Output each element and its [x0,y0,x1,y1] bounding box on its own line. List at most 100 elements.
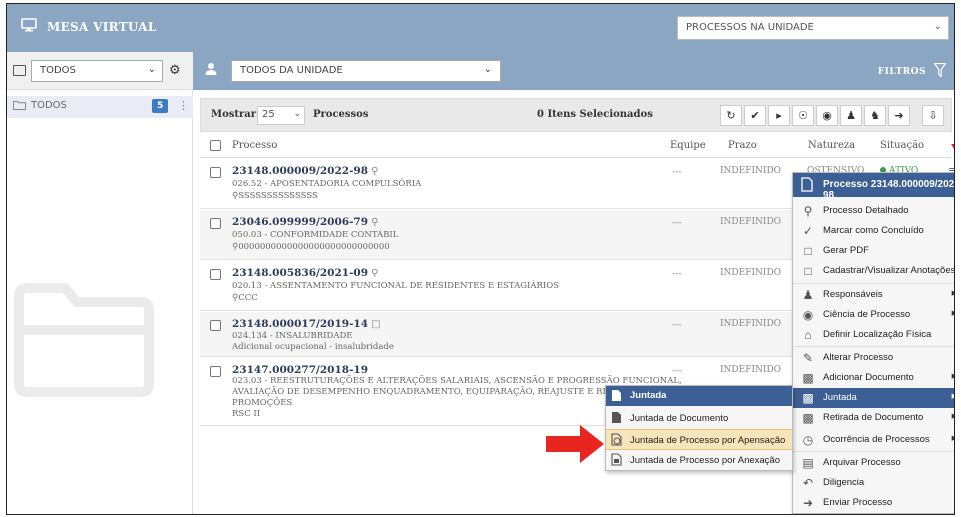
equipe-value: --- [672,167,682,177]
process-number-link[interactable]: 23046.099999/2006-79 ⚲ [232,216,378,228]
menu-item-processo-detalhado[interactable]: ⚲ Processo Detalhado [793,201,954,221]
process-number-link[interactable]: 23148.000017/2019-14 □ [232,318,381,330]
filter-icon [933,62,947,80]
context-menu-header: Processo 23148.000009/2022-98 [793,173,954,201]
sidebar-item-label: TODOS [31,100,67,111]
column-prazo[interactable]: Prazo [728,140,757,151]
column-equipe[interactable]: Equipe [670,140,706,151]
process-number: 23148.000009/2022-98 [232,165,369,177]
caret-right-icon: ▶ [952,289,954,297]
monitor-outline-icon [13,65,26,76]
menu-item-label: Retirada de Documento [823,412,924,423]
row-checkbox[interactable] [210,167,221,178]
row-checkbox[interactable] [210,366,221,377]
process-number: 23148.005836/2021-09 [232,267,369,279]
count-badge: 5 [152,99,169,113]
juntada-submenu: Juntada Juntada de Documento Juntada de … [605,385,793,471]
folder-icon [13,100,26,113]
app-title: MESA VIRTUAL [47,19,157,34]
menu-item-anotacoes[interactable]: □ Cadastrar/Visualizar Anotações [793,261,954,281]
column-natureza[interactable]: Natureza [808,140,855,151]
submenu-item-juntada-documento[interactable]: Juntada de Documento [606,408,792,429]
red-arrow-down-icon [951,124,954,163]
menu-item-enviar[interactable]: ➜ Enviar Processo [793,493,954,513]
filters-label: FILTROS [877,66,926,77]
check-icon[interactable]: ✔ [744,105,766,126]
send-icon[interactable]: ➜ [888,105,910,126]
left-panel: TODOS 5 ⋮ [7,90,193,514]
menu-item-marcar-concluido[interactable]: ✓ Marcar como Concluído [793,221,954,241]
process-number: 23148.000017/2019-14 [232,318,369,330]
menu-item-label: Processo Detalhado [823,205,909,216]
export-icon[interactable]: ⇩ [922,105,944,126]
send-icon: ➜ [802,496,814,510]
select-all-checkbox[interactable] [210,140,221,151]
menu-item-diligencia[interactable]: ↶ Diligencia [793,473,954,493]
eye-check-icon[interactable]: ☉ [792,105,814,126]
menu-item-label: Juntada [823,392,857,403]
process-subject-cont: AVALIAÇÃO DE DESEMPENHO ENQUADRAMENTO, E… [232,387,644,397]
menu-item-ciencia[interactable]: ◉ Ciência de Processo ▶ [793,305,954,325]
menu-item-gerar-pdf[interactable]: □ Gerar PDF [793,241,954,261]
menu-item-localizacao[interactable]: ⌂ Definir Localização Física [793,325,954,345]
monitor-icon [21,18,37,35]
equipe-value: --- [672,269,682,279]
table-header: Processo Equipe Prazo Natureza Situação [200,134,952,158]
main-header: TODOS DA UNIDADE ⌄ FILTROS [193,52,954,90]
row-checkbox[interactable] [210,320,221,331]
row-checkbox[interactable] [210,269,221,280]
left-filter-select[interactable]: TODOS ⌄ [31,60,163,82]
eye-icon[interactable]: ◉ [816,105,838,126]
submenu-item-label: Juntada de Processo por Anexação [630,455,780,466]
prazo-value: INDEFINIDO [720,166,782,176]
menu-item-retirada[interactable]: ▩ Retirada de Documento ▶ [793,408,954,428]
users-icon[interactable]: ♞ [864,105,886,126]
document-icon: ▩ [802,391,814,405]
menu-item-label: Alterar Processo [823,352,894,363]
filters-button[interactable]: FILTROS [877,62,947,80]
user-add-icon[interactable]: ♟ [840,105,862,126]
prazo-value: INDEFINIDO [720,268,782,278]
equipe-value: --- [672,366,682,376]
process-number-link[interactable]: 23148.000009/2022-98 ⚲ [232,165,378,177]
process-note-text: 0000000000000000000000000000 [238,242,390,252]
context-menu-title: Processo 23148.000009/2022-98 [823,179,955,201]
process-number[interactable]: 23147.000277/2018-19 [232,364,368,376]
document-icon [611,389,622,405]
process-note-text: SSSSSSSSSSSSSS [238,191,318,201]
menu-item-label: Adicionar Documento [823,372,914,383]
menu-item-label: Responsáveis [823,289,883,300]
submenu-item-juntada-apensacao[interactable]: Juntada de Processo por Apensação [606,429,792,450]
menu-item-label: Enviar Processo [823,497,893,508]
chevron-down-icon: ⌄ [483,64,492,75]
empty-folder-icon [13,278,163,401]
column-situacao[interactable]: Situação [880,140,924,151]
menu-item-responsaveis[interactable]: ♟ Responsáveis ▶ [793,285,954,305]
gear-icon[interactable]: ⚙ [169,63,181,78]
per-page-select[interactable]: 25 ⌄ [257,106,305,125]
menu-item-alterar[interactable]: ✎ Alterar Processo [793,348,954,368]
caret-right-icon: ▶ [952,309,954,317]
menu-item-label: Arquivar Processo [823,457,901,468]
process-number-link[interactable]: 23148.005836/2021-09 ⚲ [232,267,378,279]
menu-divider [793,283,954,284]
folder-open-icon[interactable]: ▸ [768,105,790,126]
scope-select[interactable]: TODOS DA UNIDADE ⌄ [231,60,501,82]
process-subject: 020.13 - ASSENTAMENTO FUNCIONAL DE RESID… [232,281,560,291]
menu-item-arquivar[interactable]: ▤ Arquivar Processo [793,453,954,473]
process-note-text: CCC [238,293,258,303]
left-panel-header: TODOS ⌄ ⚙ [7,52,193,90]
menu-item-juntada[interactable]: ▩ Juntada ▶ [793,388,954,408]
column-processo[interactable]: Processo [232,140,277,151]
unit-select[interactable]: PROCESSOS NA UNIDADE ⌄ [677,16,949,40]
kebab-icon[interactable]: ⋮ [178,99,189,112]
per-page-value: 25 [262,109,275,120]
process-subject: 024.134 - INSALUBRIDADE [232,331,353,341]
sidebar-item-todos[interactable]: TODOS 5 ⋮ [7,96,193,118]
menu-item-adicionar-documento[interactable]: ▩ Adicionar Documento ▶ [793,368,954,388]
row-checkbox[interactable] [210,218,221,229]
refresh-icon[interactable]: ↻ [720,105,742,126]
menu-item-ocorrencia[interactable]: ◷ Ocorrência de Processos ▶ [793,430,954,450]
submenu-item-juntada-anexacao[interactable]: Juntada de Processo por Anexação [606,450,792,471]
process-note: ⚲SSSSSSSSSSSSSS [232,191,318,201]
